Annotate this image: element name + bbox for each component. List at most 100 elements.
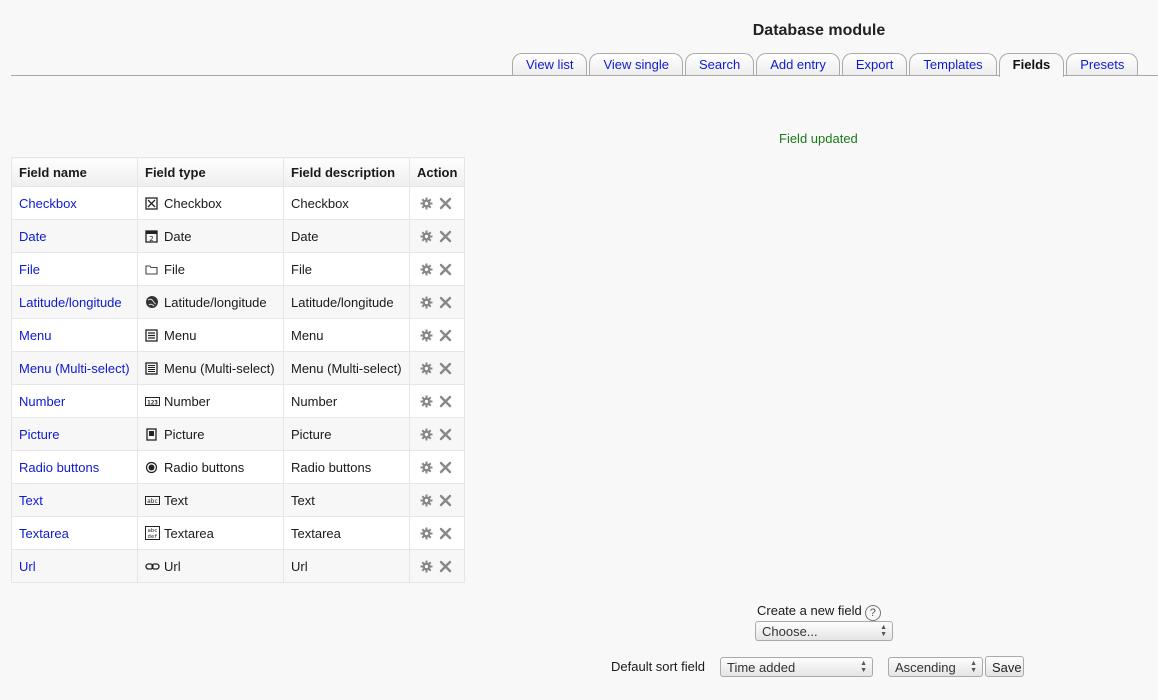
field-name-link[interactable]: Text [19,493,43,508]
tab-view-list[interactable]: View list [512,53,588,76]
field-type-cell: 123 Number [137,384,284,418]
textarea-icon: abc def [145,525,160,540]
tab-templates[interactable]: Templates [909,53,997,76]
settings-gear-icon[interactable] [420,494,433,507]
delete-cross-icon[interactable] [439,428,452,441]
tab-fields[interactable]: Fields [998,53,1065,77]
delete-cross-icon[interactable] [439,230,452,243]
link-icon [145,560,160,573]
delete-cross-icon[interactable] [439,329,452,342]
picture-icon [145,427,158,441]
menu-icon [145,328,158,342]
field-name-link[interactable]: Picture [19,427,59,442]
settings-gear-icon[interactable] [420,296,433,309]
select-arrows-icon: ▲ ▼ [880,624,887,638]
field-type-cell: Checkbox [137,186,284,220]
select-arrows-icon: ▲ ▼ [970,660,977,674]
field-type-label: Radio buttons [164,459,245,475]
settings-gear-icon[interactable] [420,230,433,243]
action-cell [408,516,466,550]
field-description-cell: Picture [283,417,410,451]
delete-cross-icon[interactable] [439,296,452,309]
tab-search[interactable]: Search [684,53,755,76]
delete-cross-icon[interactable] [439,263,452,276]
settings-gear-icon[interactable] [420,428,433,441]
action-cell [408,483,466,517]
svg-text:123: 123 [147,399,158,406]
tab-presets[interactable]: Presets [1066,53,1139,76]
header-field-type: Field type [137,157,284,187]
tab-view-single[interactable]: View single [589,53,683,76]
field-description-cell: Url [283,549,410,583]
action-cell [408,285,466,319]
field-name-link[interactable]: Radio buttons [19,460,99,475]
field-description-cell: Menu [283,318,410,352]
sort-field-label: Default sort field [611,659,705,674]
radio-icon [145,461,158,474]
table-header-row: Field name Field type Field description … [11,157,466,187]
settings-gear-icon[interactable] [420,395,433,408]
field-type-label: Latitude/longitude [164,294,267,310]
field-type-label: Picture [164,426,205,442]
save-button[interactable]: Save [985,656,1024,677]
field-type-label: Menu (Multi-select) [164,360,275,376]
field-name-link[interactable]: Checkbox [19,196,77,211]
sort-order-select[interactable]: Ascending ▲ ▼ [888,657,983,677]
table-row: Radio buttons Radio buttons Radio buttons [11,450,466,484]
field-description-cell: Latitude/longitude [283,285,410,319]
multimenu-icon [145,361,158,375]
field-type-cell: Radio buttons [137,450,284,484]
settings-gear-icon[interactable] [420,263,433,276]
settings-gear-icon[interactable] [420,461,433,474]
settings-gear-icon[interactable] [420,527,433,540]
field-name-link[interactable]: Number [19,394,65,409]
help-icon[interactable]: ? [864,605,881,621]
delete-cross-icon[interactable] [439,362,452,375]
action-cell [408,417,466,451]
field-name-link[interactable]: Latitude/longitude [19,295,122,310]
delete-cross-icon[interactable] [439,560,452,573]
sort-field-select[interactable]: Time added ▲ ▼ [720,657,873,677]
field-type-cell: Url [137,549,284,583]
sort-order-selected: Ascending [895,660,956,675]
field-name-link[interactable]: Textarea [19,526,69,541]
field-type-label: Textarea [164,525,214,541]
tab-export[interactable]: Export [841,53,908,76]
field-type-label: Checkbox [164,195,222,211]
delete-cross-icon[interactable] [439,461,452,474]
tab-add-entry[interactable]: Add entry [756,53,840,76]
delete-cross-icon[interactable] [439,527,452,540]
settings-gear-icon[interactable] [420,197,433,210]
create-field-select[interactable]: Choose... ▲ ▼ [755,621,893,641]
table-row: Checkbox Checkbox Checkbox [11,186,466,220]
table-row: Picture Picture Picture [11,417,466,451]
field-name-link[interactable]: Menu [19,328,52,343]
settings-gear-icon[interactable] [420,560,433,573]
delete-cross-icon[interactable] [439,494,452,507]
field-name-link[interactable]: Date [19,229,46,244]
header-action: Action [408,157,466,187]
delete-cross-icon[interactable] [439,395,452,408]
field-description-cell: Number [283,384,410,418]
field-name-link[interactable]: File [19,262,40,277]
delete-cross-icon[interactable] [439,197,452,210]
action-cell [408,318,466,352]
tab-bar-line [11,75,1158,76]
settings-gear-icon[interactable] [420,362,433,375]
field-type-label: Number [164,393,211,409]
field-name-link[interactable]: Url [19,559,36,574]
settings-gear-icon[interactable] [420,329,433,342]
page-title: Database module [752,22,886,39]
table-row: Latitude/longitude Latitude/longitude Lati… [11,285,466,319]
create-field-text: Create a new field [757,603,862,618]
field-description-cell: Textarea [283,516,410,550]
field-name-cell: Text [11,483,138,517]
field-type-label: Text [164,492,188,508]
field-description-cell: Date [283,219,410,253]
select-arrows-icon: ▲ ▼ [860,660,867,674]
table-row: Menu (Multi-select) Menu (Multi-select) Me… [11,351,466,385]
table-row: Menu Menu Menu [11,318,466,352]
field-name-link[interactable]: Menu (Multi-select) [19,361,130,376]
action-cell [408,450,466,484]
svg-text:2: 2 [149,235,153,243]
